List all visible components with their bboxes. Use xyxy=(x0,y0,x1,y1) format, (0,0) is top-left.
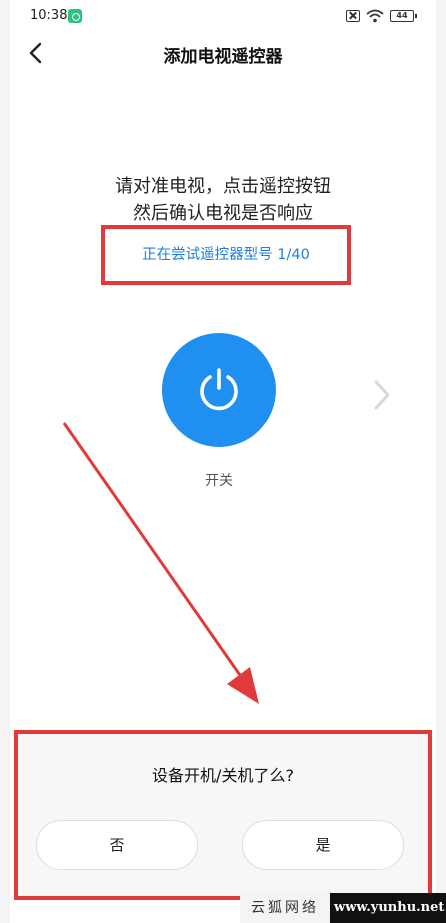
next-key-button[interactable] xyxy=(370,378,394,412)
chevron-right-icon xyxy=(374,380,390,410)
no-sim-icon xyxy=(346,10,360,22)
watermark: 云狐网络 www.yunhu.net xyxy=(240,893,446,923)
no-button[interactable]: 否 xyxy=(36,820,198,870)
status-bar: 10:38 44 xyxy=(10,0,436,32)
wifi-icon xyxy=(366,9,384,23)
app-notification-icon xyxy=(68,9,82,23)
dialog-question: 设备开机/关机了么? xyxy=(152,766,294,785)
model-progress-text: 正在尝试遥控器型号 1/40 xyxy=(142,247,310,263)
power-button-label: 开关 xyxy=(205,473,233,489)
instruction-line-2: 然后确认电视是否响应 xyxy=(133,203,313,224)
battery-icon: 44 xyxy=(390,10,417,22)
page-frame: 10:38 44 添加电视遥控器 请对准电视，点击遥控按钮 然后确认电视是否响应… xyxy=(0,0,446,923)
power-button[interactable] xyxy=(162,333,276,447)
model-progress-highlight: 正在尝试遥控器型号 1/40 xyxy=(101,225,351,285)
watermark-url: www.yunhu.net xyxy=(334,900,445,915)
power-icon xyxy=(200,368,238,411)
status-time: 10:38 xyxy=(30,8,68,23)
instruction-line-1: 请对准电视，点击遥控按钮 xyxy=(115,176,331,197)
phone-screen: 10:38 44 添加电视遥控器 请对准电视，点击遥控按钮 然后确认电视是否响应… xyxy=(10,0,436,923)
instruction-text: 请对准电视，点击遥控按钮 然后确认电视是否响应 xyxy=(10,173,436,227)
yes-button[interactable]: 是 xyxy=(242,820,404,870)
page-title: 添加电视遥控器 xyxy=(163,47,283,67)
status-icons: 44 xyxy=(346,8,417,24)
confirm-dialog: 设备开机/关机了么? 否 是 xyxy=(14,730,432,900)
header: 添加电视遥控器 xyxy=(10,32,436,76)
watermark-text: 云狐网络 xyxy=(240,893,330,923)
